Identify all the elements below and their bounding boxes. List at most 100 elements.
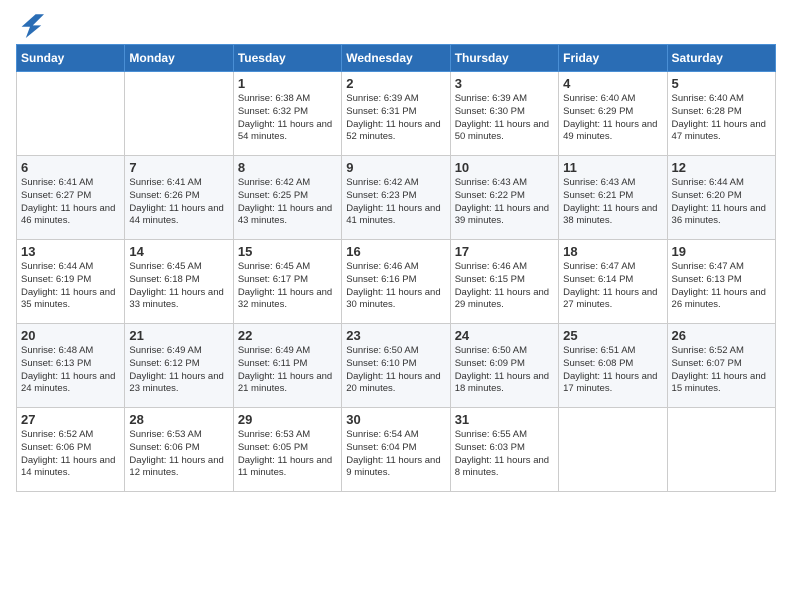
weekday-header-friday: Friday [559, 45, 667, 72]
day-detail: Sunrise: 6:47 AM Sunset: 6:14 PM Dayligh… [563, 261, 662, 312]
day-detail: Sunrise: 6:52 AM Sunset: 6:07 PM Dayligh… [672, 345, 771, 396]
day-detail: Sunrise: 6:40 AM Sunset: 6:28 PM Dayligh… [672, 93, 771, 144]
day-detail: Sunrise: 6:45 AM Sunset: 6:18 PM Dayligh… [129, 261, 228, 312]
day-cell: 6 Sunrise: 6:41 AM Sunset: 6:27 PM Daylig… [17, 156, 125, 240]
day-number: 22 [238, 328, 337, 343]
day-cell: 25Sunrise: 6:51 AM Sunset: 6:08 PM Dayli… [559, 324, 667, 408]
day-cell: 27 Sunrise: 6:52 AM Sunset: 6:06 PM Dayli… [17, 408, 125, 492]
day-cell: 15 Sunrise: 6:45 AM Sunset: 6:17 PM Dayli… [233, 240, 341, 324]
weekday-header-wednesday: Wednesday [342, 45, 450, 72]
weekday-header-thursday: Thursday [450, 45, 558, 72]
day-cell: 14 Sunrise: 6:45 AM Sunset: 6:18 PM Dayli… [125, 240, 233, 324]
day-cell: 12 Sunrise: 6:44 AM Sunset: 6:20 PM Dayli… [667, 156, 775, 240]
day-detail: Sunrise: 6:50 AM Sunset: 6:09 PM Dayligh… [455, 345, 554, 396]
day-cell: 10 Sunrise: 6:43 AM Sunset: 6:22 PM Dayli… [450, 156, 558, 240]
day-detail: Sunrise: 6:40 AM Sunset: 6:29 PM Dayligh… [563, 93, 662, 144]
day-cell: 16Sunrise: 6:46 AM Sunset: 6:16 PM Dayli… [342, 240, 450, 324]
day-detail: Sunrise: 6:45 AM Sunset: 6:17 PM Dayligh… [238, 261, 337, 312]
day-number: 4 [563, 76, 662, 91]
day-number: 26 [672, 328, 771, 343]
day-detail: Sunrise: 6:50 AM Sunset: 6:10 PM Dayligh… [346, 345, 445, 396]
day-cell: 13Sunrise: 6:44 AM Sunset: 6:19 PM Dayli… [17, 240, 125, 324]
page: SundayMondayTuesdayWednesdayThursdayFrid… [0, 0, 792, 612]
day-number: 15 [238, 244, 337, 259]
day-number: 30 [346, 412, 445, 427]
day-cell: 11 Sunrise: 6:43 AM Sunset: 6:21 PM Dayli… [559, 156, 667, 240]
day-number: 14 [129, 244, 228, 259]
day-cell: 17Sunrise: 6:46 AM Sunset: 6:15 PM Dayli… [450, 240, 558, 324]
day-detail: Sunrise: 6:55 AM Sunset: 6:03 PM Dayligh… [455, 429, 554, 480]
day-number: 16 [346, 244, 445, 259]
day-number: 7 [129, 160, 228, 175]
day-detail: Sunrise: 6:42 AM Sunset: 6:23 PM Dayligh… [346, 177, 445, 228]
day-cell: 3 Sunrise: 6:39 AM Sunset: 6:30 PM Daylig… [450, 72, 558, 156]
day-number: 1 [238, 76, 337, 91]
day-cell: 2 Sunrise: 6:39 AM Sunset: 6:31 PM Daylig… [342, 72, 450, 156]
day-number: 12 [672, 160, 771, 175]
day-cell: 18 Sunrise: 6:47 AM Sunset: 6:14 PM Dayli… [559, 240, 667, 324]
day-cell: 28 Sunrise: 6:53 AM Sunset: 6:06 PM Dayli… [125, 408, 233, 492]
day-cell [559, 408, 667, 492]
day-number: 18 [563, 244, 662, 259]
day-detail: Sunrise: 6:44 AM Sunset: 6:20 PM Dayligh… [672, 177, 771, 228]
weekday-header-row: SundayMondayTuesdayWednesdayThursdayFrid… [17, 45, 776, 72]
weekday-header-sunday: Sunday [17, 45, 125, 72]
day-detail: Sunrise: 6:38 AM Sunset: 6:32 PM Dayligh… [238, 93, 337, 144]
day-number: 29 [238, 412, 337, 427]
day-number: 2 [346, 76, 445, 91]
day-cell: 5 Sunrise: 6:40 AM Sunset: 6:28 PM Daylig… [667, 72, 775, 156]
logo-icon [16, 10, 44, 38]
day-cell: 23Sunrise: 6:50 AM Sunset: 6:10 PM Dayli… [342, 324, 450, 408]
week-row-4: 20 Sunrise: 6:48 AM Sunset: 6:13 PM Dayli… [17, 324, 776, 408]
day-detail: Sunrise: 6:43 AM Sunset: 6:21 PM Dayligh… [563, 177, 662, 228]
day-number: 28 [129, 412, 228, 427]
day-number: 11 [563, 160, 662, 175]
day-number: 31 [455, 412, 554, 427]
day-number: 8 [238, 160, 337, 175]
day-number: 20 [21, 328, 120, 343]
logo [16, 10, 46, 38]
week-row-5: 27 Sunrise: 6:52 AM Sunset: 6:06 PM Dayli… [17, 408, 776, 492]
day-number: 3 [455, 76, 554, 91]
weekday-header-monday: Monday [125, 45, 233, 72]
day-cell: 1 Sunrise: 6:38 AM Sunset: 6:32 PM Daylig… [233, 72, 341, 156]
day-detail: Sunrise: 6:39 AM Sunset: 6:31 PM Dayligh… [346, 93, 445, 144]
day-number: 9 [346, 160, 445, 175]
day-cell: 21Sunrise: 6:49 AM Sunset: 6:12 PM Dayli… [125, 324, 233, 408]
day-detail: Sunrise: 6:52 AM Sunset: 6:06 PM Dayligh… [21, 429, 120, 480]
day-number: 10 [455, 160, 554, 175]
weekday-header-tuesday: Tuesday [233, 45, 341, 72]
day-cell: 20 Sunrise: 6:48 AM Sunset: 6:13 PM Dayli… [17, 324, 125, 408]
day-detail: Sunrise: 6:53 AM Sunset: 6:05 PM Dayligh… [238, 429, 337, 480]
day-cell: 29 Sunrise: 6:53 AM Sunset: 6:05 PM Dayli… [233, 408, 341, 492]
header [16, 10, 776, 38]
week-row-3: 13Sunrise: 6:44 AM Sunset: 6:19 PM Dayli… [17, 240, 776, 324]
day-number: 27 [21, 412, 120, 427]
day-number: 5 [672, 76, 771, 91]
day-number: 25 [563, 328, 662, 343]
day-cell: 7 Sunrise: 6:41 AM Sunset: 6:26 PM Daylig… [125, 156, 233, 240]
day-detail: Sunrise: 6:39 AM Sunset: 6:30 PM Dayligh… [455, 93, 554, 144]
day-cell: 8 Sunrise: 6:42 AM Sunset: 6:25 PM Daylig… [233, 156, 341, 240]
day-detail: Sunrise: 6:48 AM Sunset: 6:13 PM Dayligh… [21, 345, 120, 396]
day-cell: 9 Sunrise: 6:42 AM Sunset: 6:23 PM Daylig… [342, 156, 450, 240]
day-number: 6 [21, 160, 120, 175]
day-cell: 19Sunrise: 6:47 AM Sunset: 6:13 PM Dayli… [667, 240, 775, 324]
day-detail: Sunrise: 6:46 AM Sunset: 6:15 PM Dayligh… [455, 261, 554, 312]
weekday-header-saturday: Saturday [667, 45, 775, 72]
day-cell: 4 Sunrise: 6:40 AM Sunset: 6:29 PM Daylig… [559, 72, 667, 156]
day-detail: Sunrise: 6:54 AM Sunset: 6:04 PM Dayligh… [346, 429, 445, 480]
day-detail: Sunrise: 6:41 AM Sunset: 6:26 PM Dayligh… [129, 177, 228, 228]
calendar-table: SundayMondayTuesdayWednesdayThursdayFrid… [16, 44, 776, 492]
day-number: 21 [129, 328, 228, 343]
day-cell [667, 408, 775, 492]
day-cell: 24Sunrise: 6:50 AM Sunset: 6:09 PM Dayli… [450, 324, 558, 408]
day-cell: 26 Sunrise: 6:52 AM Sunset: 6:07 PM Dayli… [667, 324, 775, 408]
day-detail: Sunrise: 6:53 AM Sunset: 6:06 PM Dayligh… [129, 429, 228, 480]
day-detail: Sunrise: 6:41 AM Sunset: 6:27 PM Dayligh… [21, 177, 120, 228]
day-detail: Sunrise: 6:49 AM Sunset: 6:11 PM Dayligh… [238, 345, 337, 396]
day-cell [125, 72, 233, 156]
day-detail: Sunrise: 6:42 AM Sunset: 6:25 PM Dayligh… [238, 177, 337, 228]
day-detail: Sunrise: 6:43 AM Sunset: 6:22 PM Dayligh… [455, 177, 554, 228]
day-detail: Sunrise: 6:44 AM Sunset: 6:19 PM Dayligh… [21, 261, 120, 312]
